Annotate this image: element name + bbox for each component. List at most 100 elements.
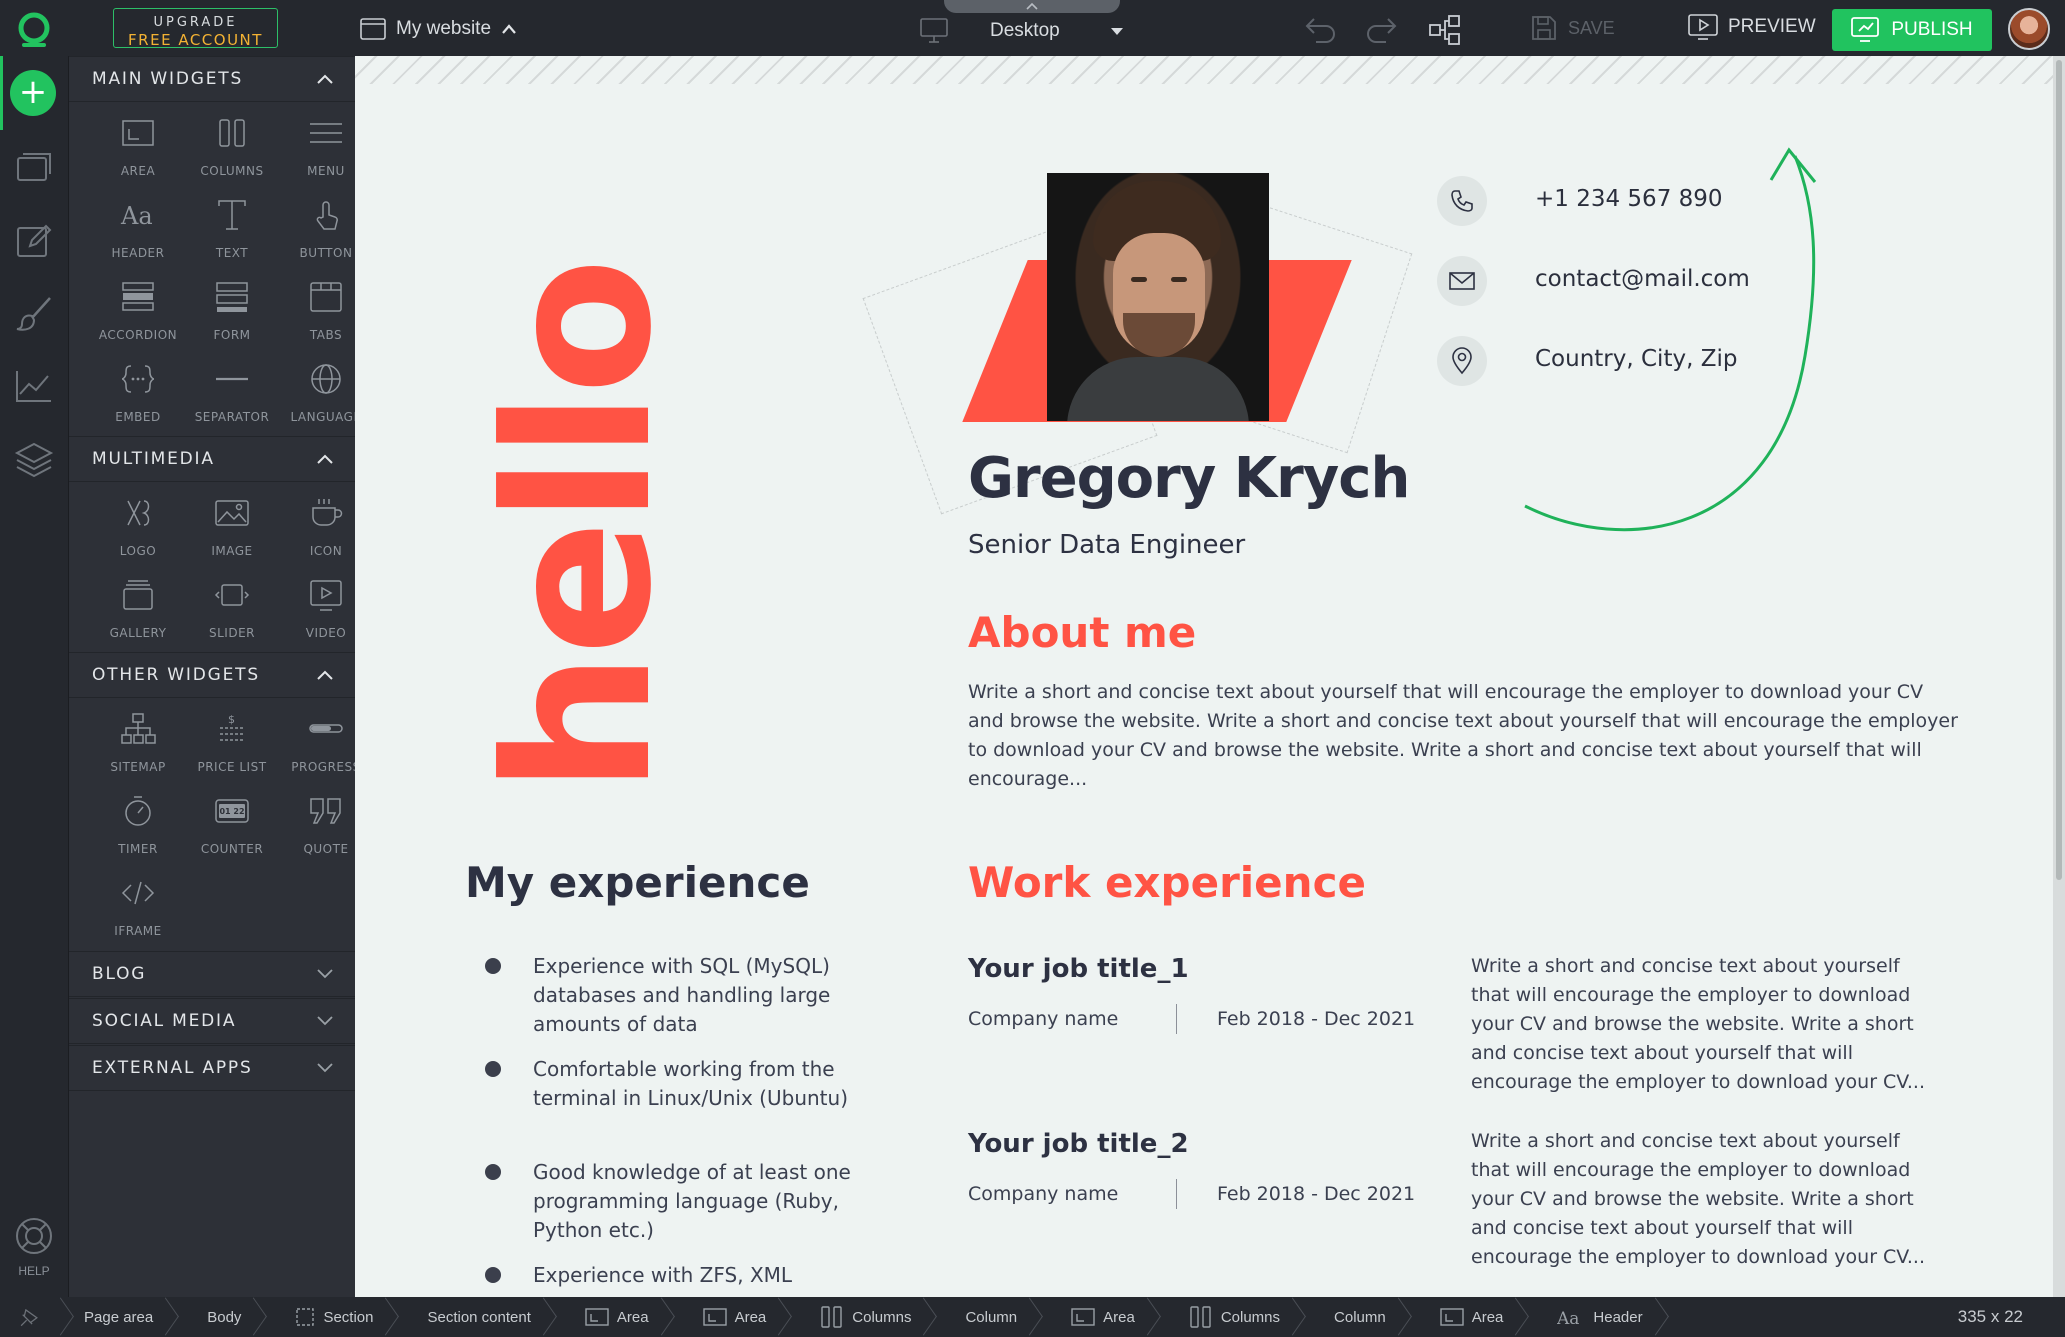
save-button[interactable]: SAVE xyxy=(1530,14,1615,42)
section-social-media[interactable]: SOCIAL MEDIA xyxy=(69,998,355,1044)
job-description[interactable]: Write a short and concise text about you… xyxy=(1471,952,1941,1097)
columns-icon xyxy=(1190,1306,1211,1328)
phone-icon xyxy=(1437,176,1487,226)
widget-price-list[interactable]: $ PRICE LIST xyxy=(185,699,279,781)
website-selector[interactable]: My website xyxy=(360,14,517,44)
widget-iframe[interactable]: IFRAME xyxy=(91,863,185,945)
statistics-icon[interactable] xyxy=(14,368,54,404)
widget-timer[interactable]: TIMER xyxy=(91,781,185,863)
widget-label: TIMER xyxy=(118,842,158,856)
list-item[interactable]: Experience with ZFS, XML xyxy=(485,1261,873,1290)
list-item[interactable]: Comfortable working from the terminal in… xyxy=(485,1055,873,1113)
device-selector[interactable]: Desktop xyxy=(920,16,1124,46)
widget-panel: MAIN WIDGETS AREA COLUMNS MENU Aa HEADER… xyxy=(69,56,361,1297)
publish-button[interactable]: PUBLISH xyxy=(1832,9,1992,51)
app-logo-icon[interactable] xyxy=(14,10,54,50)
person-name[interactable]: Gregory Krych xyxy=(968,446,1410,511)
widget-image[interactable]: IMAGE xyxy=(185,483,279,565)
section-external-apps[interactable]: EXTERNAL APPS xyxy=(69,1045,355,1091)
crumb-area[interactable]: Area xyxy=(549,1297,667,1337)
crumb-columns[interactable]: Columns xyxy=(784,1297,929,1337)
crumb-column[interactable]: Column xyxy=(1298,1297,1404,1337)
upgrade-button[interactable]: UPGRADE FREE ACCOUNT xyxy=(113,8,278,49)
undo-icon[interactable] xyxy=(1302,14,1338,44)
crumb-section-content[interactable]: Section content xyxy=(391,1297,548,1337)
progress-bar-icon xyxy=(309,724,343,733)
scrollbar-thumb[interactable] xyxy=(2056,60,2062,880)
crumb-body[interactable]: Body xyxy=(171,1297,259,1337)
work-experience-title[interactable]: Work experience xyxy=(968,858,1366,907)
crumb-label: Columns xyxy=(1220,1308,1281,1326)
crumb-column[interactable]: Column xyxy=(929,1297,1035,1337)
crumb-section[interactable]: Section xyxy=(259,1297,391,1337)
crumb-columns[interactable]: Columns xyxy=(1153,1297,1298,1337)
widget-counter[interactable]: 01 22 COUNTER xyxy=(185,781,279,863)
vertical-scrollbar[interactable] xyxy=(2053,56,2065,1297)
widget-label: GALLERY xyxy=(109,626,167,640)
green-arrow-decoration xyxy=(1524,147,1817,532)
widget-label: ACCORDION xyxy=(98,328,178,342)
widget-columns[interactable]: COLUMNS xyxy=(185,103,279,185)
widget-gallery[interactable]: GALLERY xyxy=(91,565,185,647)
help-button[interactable]: HELP xyxy=(10,1216,58,1278)
widget-embed[interactable]: EMBED xyxy=(91,349,185,431)
widget-text[interactable]: TEXT xyxy=(185,185,279,267)
form-icon xyxy=(216,282,248,312)
my-experience-title[interactable]: My experience xyxy=(465,858,810,907)
redo-icon[interactable] xyxy=(1364,14,1400,44)
section-blog[interactable]: BLOG xyxy=(69,951,355,997)
bullet-dot xyxy=(485,1061,501,1077)
columns-icon xyxy=(821,1306,842,1328)
sitemap-icon xyxy=(121,713,156,744)
chevron-down-icon xyxy=(317,1016,333,1026)
widget-accordion[interactable]: ACCORDION xyxy=(91,267,185,349)
collapse-toolbar-handle[interactable] xyxy=(944,0,1120,13)
add-widget-button[interactable]: + xyxy=(10,70,56,116)
crumb-page-area[interactable]: Page area xyxy=(66,1297,171,1337)
section-other-widgets[interactable]: OTHER WIDGETS xyxy=(69,652,355,698)
crumb-header[interactable]: Aa Header xyxy=(1521,1297,1660,1337)
hello-vertical-text[interactable]: hello xyxy=(455,184,705,794)
video-icon xyxy=(310,580,342,611)
save-label: SAVE xyxy=(1568,17,1615,38)
widget-label: LANGUAGE xyxy=(290,410,362,424)
crumb-label: Area xyxy=(1471,1308,1504,1326)
crumb-area[interactable]: Area xyxy=(1035,1297,1153,1337)
about-text[interactable]: Write a short and concise text about you… xyxy=(968,678,1958,794)
job-entry[interactable]: Your job title_1 Company name Feb 2018 -… xyxy=(968,954,1415,1034)
section-title: MAIN WIDGETS xyxy=(92,69,244,89)
widget-slider[interactable]: SLIDER xyxy=(185,565,279,647)
widget-form[interactable]: FORM xyxy=(185,267,279,349)
widget-label: AREA xyxy=(120,164,156,178)
page-canvas[interactable]: hello +1 234 567 890 contact@mail.com Co… xyxy=(355,56,2053,1297)
profile-photo[interactable] xyxy=(1047,173,1269,421)
list-item[interactable]: Experience with SQL (MySQL) databases an… xyxy=(485,952,873,1039)
publish-label: PUBLISH xyxy=(1891,19,1973,40)
job-entry[interactable]: Your job title_2 Company name Feb 2018 -… xyxy=(968,1129,1415,1209)
person-role[interactable]: Senior Data Engineer xyxy=(968,530,1245,560)
layers-icon[interactable] xyxy=(14,440,54,480)
widget-sitemap[interactable]: SITEMAP xyxy=(91,699,185,781)
about-title[interactable]: About me xyxy=(968,608,1196,657)
widget-area[interactable]: AREA xyxy=(91,103,185,185)
crumb-area[interactable]: Area xyxy=(1404,1297,1522,1337)
section-main-widgets[interactable]: MAIN WIDGETS xyxy=(69,56,355,102)
list-item-text: Good knowledge of at least one programmi… xyxy=(533,1160,851,1242)
widget-separator[interactable]: SEPARATOR xyxy=(185,349,279,431)
sitemap-icon[interactable] xyxy=(1428,14,1462,46)
pin-button[interactable] xyxy=(0,1297,66,1337)
section-title: MULTIMEDIA xyxy=(92,449,215,469)
widget-header[interactable]: Aa HEADER xyxy=(91,185,185,267)
job-description[interactable]: Write a short and concise text about you… xyxy=(1471,1127,1941,1272)
pages-icon[interactable] xyxy=(14,148,54,184)
list-item[interactable]: Good knowledge of at least one programmi… xyxy=(485,1158,873,1245)
section-multimedia[interactable]: MULTIMEDIA xyxy=(69,436,355,482)
edit-icon[interactable] xyxy=(14,222,54,262)
user-avatar[interactable] xyxy=(2008,8,2050,50)
preview-button[interactable]: PREVIEW xyxy=(1688,14,1816,40)
free-account-label: FREE ACCOUNT xyxy=(128,31,263,49)
crumb-area[interactable]: Area xyxy=(667,1297,785,1337)
design-brush-icon[interactable] xyxy=(14,294,54,334)
widget-label: EMBED xyxy=(115,410,161,424)
widget-logo[interactable]: LOGO xyxy=(91,483,185,565)
